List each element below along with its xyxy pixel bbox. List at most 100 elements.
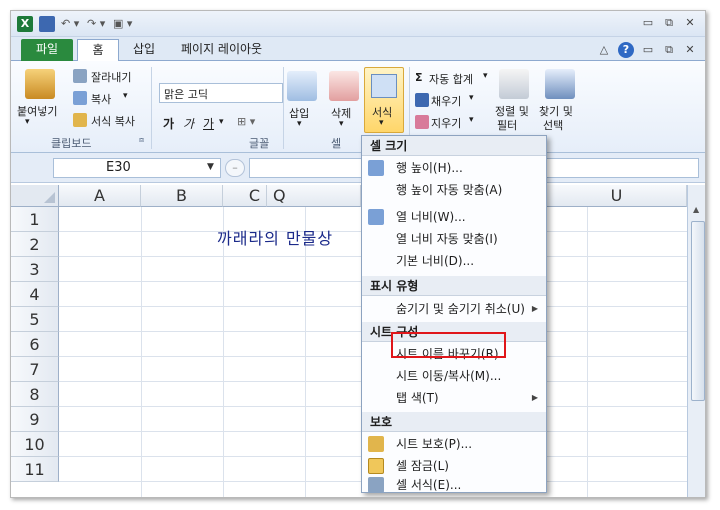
menu-section-visibility: 표시 유형 [362,276,546,296]
clipboard-group-label: 클립보드 [51,137,92,150]
doc-close-icon[interactable]: ✕ [683,43,697,57]
underline-button[interactable]: 가 [203,115,214,132]
autosum-button[interactable]: 자동 합계 [429,71,473,87]
paste-icon[interactable] [25,69,55,99]
row-header[interactable]: 8 [11,382,59,407]
tab-home[interactable]: 홈 [77,39,119,61]
submenu-arrow-icon: ▶ [531,393,538,402]
worksheet-grid[interactable]: A B C Q U 1 2 3 4 5 6 7 8 9 10 11 까래라의 만… [11,185,687,497]
menu-item-tab-color[interactable]: 탭 색(T) ▶ [362,387,546,409]
menu-item-autofit-column[interactable]: 열 너비 자동 맞춤(I) [362,228,546,250]
fill-button[interactable]: 채우기 [431,93,461,109]
underline-dropdown-icon[interactable]: ▾ [219,117,224,127]
excel-icon[interactable]: X [17,16,33,32]
group-divider [151,67,152,149]
row-header[interactable]: 4 [11,282,59,307]
restore-icon[interactable]: ⧉ [662,16,676,30]
menu-item-autofit-row[interactable]: 행 높이 자동 맞춤(A) [362,179,546,201]
clipboard-launcher-icon[interactable]: ⧈ [139,135,144,145]
grid-line [141,207,142,497]
select-all-corner[interactable] [11,185,59,207]
window-controls: ▭ ⧉ ✕ [641,16,697,30]
menu-item-row-height[interactable]: 행 높이(H)... [362,157,546,179]
camera-icon[interactable]: ▣ ▾ [113,16,132,32]
delete-dropdown-icon[interactable]: ▾ [339,119,344,129]
find-binoculars-icon [545,69,575,99]
menu-item-label: 기본 너비(D)... [396,254,475,268]
column-header-b[interactable]: B [141,185,223,207]
border-icon[interactable]: ⊞ ▾ [237,115,255,128]
save-icon[interactable] [39,16,55,32]
formula-bar: E30 ▼ – [11,153,705,183]
sort-filter-label-2[interactable]: 필터 [497,117,517,133]
column-header-u[interactable]: U [547,185,687,207]
menu-item-default-width[interactable]: 기본 너비(D)... [362,250,546,272]
fill-dropdown-icon[interactable]: ▾ [469,93,474,103]
column-width-icon [368,209,384,225]
copy-dropdown-icon[interactable]: ▾ [123,91,128,101]
menu-item-column-width[interactable]: 열 너비(W)... [362,206,546,228]
submenu-arrow-icon: ▶ [531,304,538,313]
help-icon[interactable]: ? [618,42,634,58]
font-name-field[interactable]: 맑은 고딕 [159,83,283,103]
row-header[interactable]: 7 [11,357,59,382]
tab-insert[interactable]: 삽입 [123,39,165,61]
insert-dropdown-icon[interactable]: ▾ [297,119,302,129]
format-cells-icon [371,74,397,98]
menu-section-protection: 보호 [362,412,546,432]
menu-item-label: 행 높이(H)... [396,161,463,175]
row-header[interactable]: 6 [11,332,59,357]
scroll-up-icon[interactable]: ▲ [693,205,699,214]
function-icon[interactable]: – [225,159,245,177]
paste-dropdown-icon[interactable]: ▾ [25,117,30,127]
row-header[interactable]: 1 [11,207,59,232]
paste-button[interactable]: 붙여넣기 [17,103,57,119]
menu-section-cell-size: 셀 크기 [362,136,546,156]
format-button[interactable]: 서식 ▾ [364,67,404,133]
autosum-dropdown-icon[interactable]: ▾ [483,71,488,81]
row-header[interactable]: 10 [11,432,59,457]
cells-group-label: 셀 [331,137,342,150]
bold-button[interactable]: 가 [163,115,174,132]
row-header[interactable]: 9 [11,407,59,432]
find-select-label-2[interactable]: 선택 [543,117,563,133]
row-header[interactable]: 11 [11,457,59,482]
doc-minimize-icon[interactable]: ▭ [641,43,655,57]
menu-item-format-cells[interactable]: 셀 서식(E)... [362,477,546,493]
menu-item-protect-sheet[interactable]: 시트 보호(P)... [362,433,546,455]
name-box-dropdown-icon[interactable]: ▼ [207,162,214,172]
cut-button[interactable]: 잘라내기 [91,69,131,85]
minimize-icon[interactable]: ▭ [641,16,655,30]
scroll-thumb[interactable] [691,221,705,401]
column-header-q[interactable]: Q [267,185,361,207]
vertical-scrollbar[interactable]: ▲ [687,185,705,497]
insert-cells-icon [287,71,317,101]
column-header-c[interactable]: C [223,185,267,207]
highlight-box [391,332,506,358]
undo-icon[interactable]: ↶ ▾ [61,16,79,32]
title-bar: X ↶ ▾ ↷ ▾ ▣ ▾ ▭ ⧉ ✕ [11,11,705,37]
italic-button[interactable]: 가 [183,115,194,132]
copy-button[interactable]: 복사 [91,91,111,107]
doc-restore-icon[interactable]: ⧉ [662,43,676,57]
redo-icon[interactable]: ↷ ▾ [87,16,105,32]
sort-filter-icon [499,69,529,99]
ribbon-collapse-icon[interactable]: △ [597,43,611,57]
name-box[interactable]: E30 [53,158,221,178]
menu-item-move-copy-sheet[interactable]: 시트 이동/복사(M)... [362,365,546,387]
format-painter-button[interactable]: 서식 복사 [91,113,135,129]
row-header[interactable]: 5 [11,307,59,332]
menu-item-label: 셀 잠금(L) [396,459,449,473]
clear-button[interactable]: 지우기 [431,115,461,131]
clear-dropdown-icon[interactable]: ▾ [469,115,474,125]
format-cells-dialog-icon [368,477,384,493]
row-header[interactable]: 3 [11,257,59,282]
column-header-a[interactable]: A [59,185,141,207]
tab-page-layout[interactable]: 페이지 레이아웃 [171,39,272,61]
menu-item-lock-cell[interactable]: 셀 잠금(L) [362,455,546,477]
tab-file[interactable]: 파일 [21,39,73,61]
row-header[interactable]: 2 [11,232,59,257]
menu-item-hide-unhide[interactable]: 숨기기 및 숨기기 취소(U) ▶ [362,298,546,320]
cell-c1-text[interactable]: 까래라의 만물상 [217,225,333,249]
close-icon[interactable]: ✕ [683,16,697,30]
